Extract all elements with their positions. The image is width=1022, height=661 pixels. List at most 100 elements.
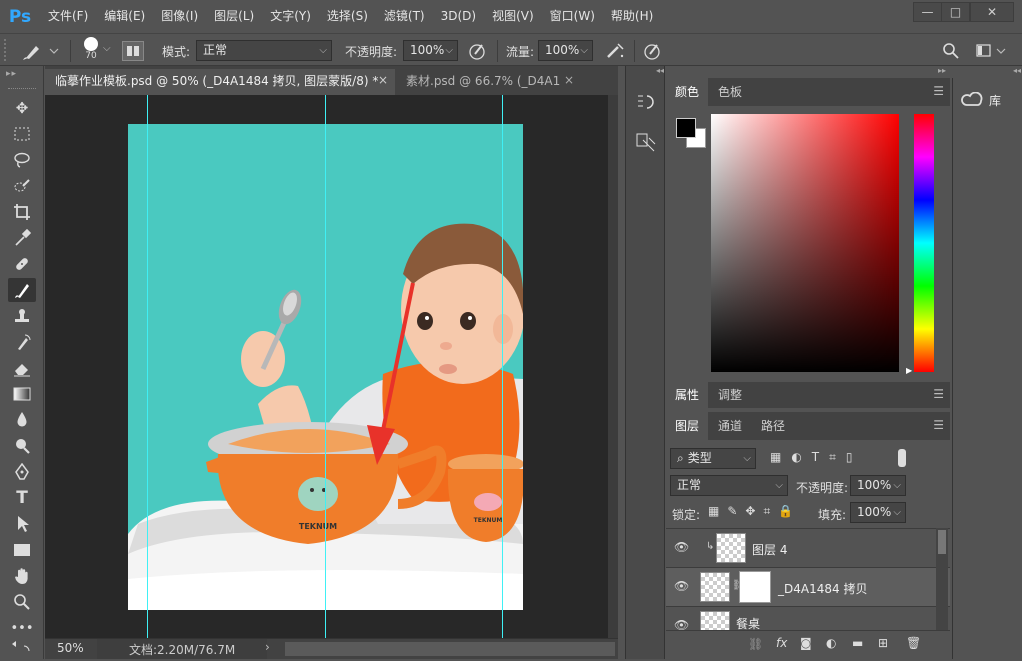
marquee-tool-icon[interactable]: [8, 122, 36, 146]
menu-select[interactable]: 选择(S): [319, 0, 376, 33]
pen-tool-icon[interactable]: [8, 460, 36, 484]
vertical-scrollbar[interactable]: [608, 95, 618, 638]
path-selection-tool-icon[interactable]: [8, 512, 36, 536]
eraser-tool-icon[interactable]: [8, 356, 36, 380]
restore-button[interactable]: □: [941, 2, 970, 22]
libraries-label[interactable]: 库: [989, 92, 1001, 109]
rectangle-tool-icon[interactable]: [8, 538, 36, 562]
layer-row[interactable]: 👁 ↳ 图层 4: [666, 528, 950, 567]
brush-tool-icon[interactable]: [8, 278, 36, 302]
filter-toggle[interactable]: [898, 449, 906, 467]
color-swatches[interactable]: [10, 640, 34, 658]
layer-name[interactable]: 图层 4: [752, 541, 787, 558]
quick-selection-tool-icon[interactable]: [8, 174, 36, 198]
menu-layer[interactable]: 图层(L): [206, 0, 262, 33]
eye-icon[interactable]: 👁: [674, 540, 689, 554]
collapse-panel-icon[interactable]: ▸▸: [666, 66, 950, 78]
airbrush-icon[interactable]: [604, 41, 626, 61]
collapse-toolbar-icon[interactable]: ▸▸: [6, 69, 17, 79]
tab-layers[interactable]: 图层: [666, 412, 709, 440]
opacity-field[interactable]: 100% ⌵: [403, 40, 458, 61]
tab-active-document[interactable]: 临摹作业模板.psd @ 50% (_D4A1484 拷贝, 图层蒙版/8) *: [45, 69, 395, 95]
tool-preset-picker[interactable]: [20, 40, 64, 62]
new-layer-icon[interactable]: ⊞: [878, 636, 888, 650]
menu-edit[interactable]: 编辑(E): [96, 0, 153, 33]
panel-menu-icon[interactable]: ☰: [933, 387, 944, 401]
clone-stamp-tool-icon[interactable]: [8, 304, 36, 328]
hand-tool-icon[interactable]: [8, 564, 36, 588]
link-layers-icon[interactable]: ⛓: [748, 637, 763, 651]
layer-row[interactable]: 👁 餐桌: [666, 606, 950, 630]
layer-thumbnail[interactable]: [700, 572, 730, 602]
eye-icon[interactable]: 👁: [674, 618, 689, 630]
close-tab-icon[interactable]: ×: [564, 73, 574, 87]
menu-file[interactable]: 文件(F): [40, 0, 96, 33]
menu-filter[interactable]: 滤镜(T): [376, 0, 433, 33]
eye-icon[interactable]: 👁: [674, 579, 689, 593]
tab-paths[interactable]: 路径: [752, 412, 794, 440]
menu-window[interactable]: 窗口(W): [542, 0, 603, 33]
pressure-opacity-icon[interactable]: [467, 41, 487, 61]
layer-mask-thumbnail[interactable]: [739, 571, 771, 603]
pressure-size-icon[interactable]: [642, 41, 662, 61]
close-window-button[interactable]: ✕: [970, 2, 1014, 22]
tab-properties[interactable]: 属性: [666, 382, 709, 408]
healing-brush-tool-icon[interactable]: [8, 252, 36, 276]
canvas-area[interactable]: TEKNUM TEKNUM: [45, 95, 608, 638]
zoom-level[interactable]: 50%: [57, 641, 84, 655]
panel-menu-icon[interactable]: ☰: [933, 418, 944, 432]
crop-tool-icon[interactable]: [8, 200, 36, 224]
blur-tool-icon[interactable]: [8, 408, 36, 432]
mode-select[interactable]: 正常 ⌵: [196, 40, 332, 61]
status-menu-arrow[interactable]: ›: [265, 640, 270, 654]
history-brush-tool-icon[interactable]: [8, 330, 36, 354]
fill-field[interactable]: 100% ⌵: [850, 502, 906, 523]
color-field[interactable]: [711, 114, 899, 372]
layer-opacity-field[interactable]: 100% ⌵: [850, 475, 906, 496]
tab-adjustments[interactable]: 调整: [709, 382, 751, 408]
layer-thumbnail[interactable]: [716, 533, 746, 563]
collapse-strip-icon[interactable]: ◂◂: [628, 66, 664, 78]
lasso-tool-icon[interactable]: [8, 148, 36, 172]
menu-type[interactable]: 文字(Y): [262, 0, 319, 33]
blend-mode-select[interactable]: 正常 ⌵: [670, 475, 788, 496]
layer-row[interactable]: 👁 ⛓ _D4A1484 拷贝: [666, 567, 950, 606]
adjustment-layer-icon[interactable]: ◐: [826, 636, 836, 650]
dodge-tool-icon[interactable]: [8, 434, 36, 458]
search-icon[interactable]: [941, 41, 961, 61]
menu-view[interactable]: 视图(V): [484, 0, 542, 33]
tab-swatches[interactable]: 色板: [709, 78, 751, 106]
minimize-button[interactable]: —: [913, 2, 942, 22]
flow-field[interactable]: 100% ⌵: [538, 40, 593, 61]
trash-icon[interactable]: 🗑: [906, 636, 921, 650]
tab-source-document[interactable]: 素材.psd @ 66.7% (_D4A1: [396, 69, 581, 95]
hue-slider-handle[interactable]: ▶: [906, 366, 912, 375]
brush-panel-toggle-icon[interactable]: [122, 41, 144, 61]
creative-cloud-icon[interactable]: [961, 91, 983, 108]
workspace-switcher[interactable]: [975, 41, 1009, 61]
layers-scrollbar[interactable]: [936, 528, 948, 632]
chevron-down-icon[interactable]: ⌵: [103, 43, 111, 54]
layer-name[interactable]: _D4A1484 拷贝: [778, 580, 867, 597]
layer-name[interactable]: 餐桌: [736, 615, 760, 630]
hue-slider[interactable]: [914, 114, 934, 372]
move-tool-icon[interactable]: ✥: [8, 96, 36, 120]
gradient-tool-icon[interactable]: [8, 382, 36, 406]
type-tool-icon[interactable]: T: [8, 486, 36, 510]
panel-menu-icon[interactable]: ☰: [933, 84, 944, 98]
more-tools-icon[interactable]: •••: [8, 616, 36, 640]
layer-filter-icons[interactable]: ▦◐T⌗▯: [770, 450, 890, 468]
layer-filter-select[interactable]: ⌕ 类型 ⌵: [670, 448, 756, 469]
menu-help[interactable]: 帮助(H): [603, 0, 661, 33]
close-tab-icon[interactable]: ×: [378, 73, 388, 87]
eyedropper-tool-icon[interactable]: [8, 226, 36, 250]
properties-panel-icon[interactable]: [634, 132, 658, 158]
menu-image[interactable]: 图像(I): [153, 0, 206, 33]
tab-channels[interactable]: 通道: [709, 412, 751, 440]
lock-icons[interactable]: ▦✎✥⌗🔒: [708, 504, 808, 522]
layer-thumbnail[interactable]: [700, 611, 730, 630]
horizontal-scrollbar[interactable]: [285, 642, 615, 656]
history-panel-icon[interactable]: [634, 92, 658, 116]
fx-button[interactable]: fx: [776, 636, 787, 650]
new-group-icon[interactable]: ▬: [852, 636, 863, 650]
